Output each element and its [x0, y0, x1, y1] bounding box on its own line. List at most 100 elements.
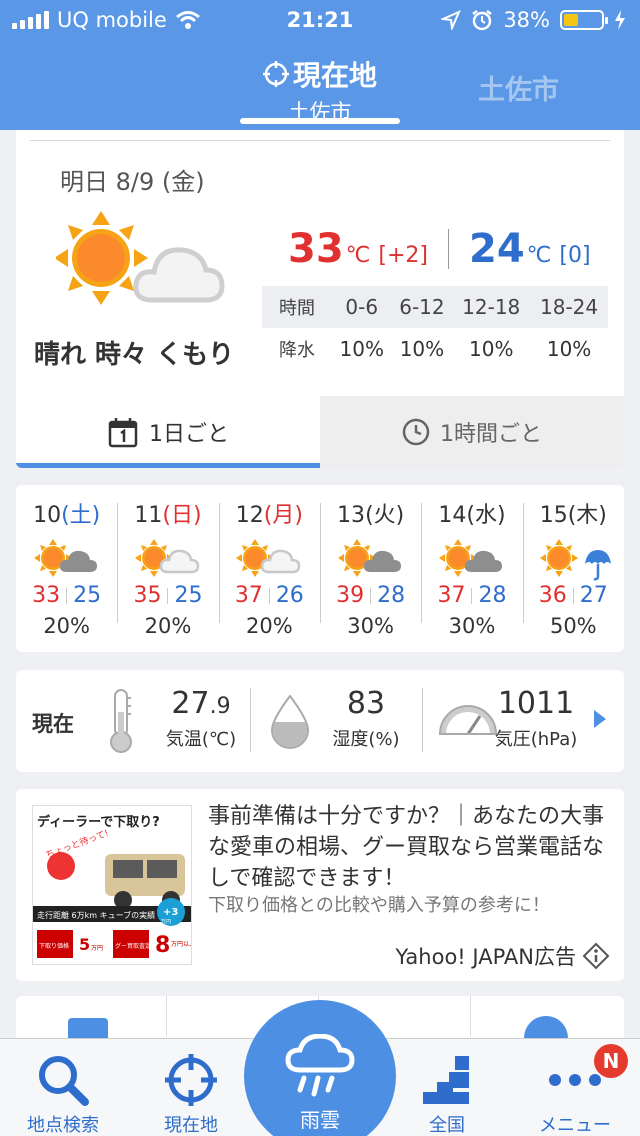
charging-icon	[615, 10, 625, 30]
day-low: 28	[478, 583, 507, 608]
tab-hourly-label: 1時間ごと	[440, 422, 542, 447]
time-label: 時間	[262, 286, 332, 328]
day-temps: 37 28	[421, 583, 522, 608]
active-location-indicator	[240, 118, 400, 124]
rain-value: 10%	[469, 337, 514, 361]
divider	[470, 996, 471, 1036]
divider	[422, 688, 423, 752]
crosshair-icon	[262, 61, 289, 87]
chevron-right-icon	[594, 710, 606, 728]
search-icon	[39, 1056, 89, 1106]
day-column[interactable]: 13(火) 39 28 30%	[319, 485, 421, 652]
low-temp-diff: [0]	[559, 243, 591, 268]
day-column[interactable]: 14(水) 37 28 30%	[421, 485, 522, 652]
nav-current-location[interactable]: 現在地	[136, 1049, 246, 1136]
low-temp-unit: ℃	[526, 243, 552, 268]
time-slot: 18-24	[530, 286, 608, 328]
ad-source[interactable]: Yahoo! JAPAN広告	[396, 941, 611, 971]
day-of-week: (土)	[61, 503, 101, 528]
day-label: 13(火)	[320, 497, 421, 529]
pressure-value: 1011	[497, 686, 575, 721]
nav-national[interactable]: 全国	[392, 1049, 502, 1136]
divider	[166, 996, 167, 1036]
day-temps: 33 25	[16, 583, 117, 608]
current-conditions[interactable]: 現在 27.9 気温(℃) 83 湿度(%) 1011 気圧(hPa)	[16, 670, 624, 772]
other-location-tab[interactable]: 土佐市	[478, 68, 559, 107]
high-temp-value: 33	[288, 226, 344, 272]
divider	[572, 587, 574, 604]
day-column[interactable]: 11(日) 35 25 20%	[117, 485, 218, 652]
day-high: 36	[538, 583, 567, 608]
pressure-block: 1011 気圧(hPa)	[486, 686, 586, 751]
sun-umbrella-icon	[523, 533, 624, 583]
day-number: 12	[235, 503, 264, 528]
day-rain-chance: 20%	[43, 614, 90, 638]
ad-source-label: Yahoo! JAPAN広告	[395, 945, 577, 969]
water-drop-icon	[270, 694, 310, 749]
day-rain-chance: 30%	[448, 614, 496, 638]
day-of-week: (日)	[162, 503, 202, 528]
nav-search[interactable]: 地点検索	[8, 1049, 118, 1136]
divider	[66, 587, 68, 604]
nav-current-label: 現在地	[164, 1115, 218, 1136]
high-temp: 33 ℃ [+2]	[288, 226, 428, 272]
day-low: 26	[275, 583, 304, 608]
ad-image-plus: +3	[163, 907, 178, 918]
humidity-value: 83	[346, 686, 386, 721]
ad-headline[interactable]: 事前準備は十分ですか？｜あなたの大事な愛車の相場、グー買取なら営業電話なしで確認…	[208, 801, 610, 894]
rain-row: 降水 10% 10% 10% 10%	[262, 328, 608, 370]
ad-image-plus-unit: 万円	[161, 919, 171, 925]
tab-hourly[interactable]: 1時間ごと	[320, 396, 624, 468]
sun-cloud-icon	[421, 533, 522, 583]
pressure-caption: 気圧(hPa)	[494, 729, 578, 750]
nav-national-label: 全国	[429, 1115, 465, 1136]
ad-image-dealer-value: 5	[79, 935, 90, 954]
tab-daily[interactable]: 1日ごと	[16, 396, 320, 468]
temp-divider	[448, 229, 449, 269]
more-icon	[549, 1074, 601, 1086]
calendar-icon	[108, 418, 138, 448]
ad-image[interactable]: ディーラーで下取り? ちょっと待って! 走行距離 6万km キューブの実績 +3…	[32, 805, 192, 965]
time-slot: 12-18	[452, 286, 531, 328]
nav-search-label: 地点検索	[27, 1115, 99, 1136]
nav-rain-label: 雨雲	[300, 1108, 340, 1132]
high-temp-unit: ℃	[345, 243, 371, 268]
rain-value: 10%	[339, 337, 384, 361]
time-slot: 0-6	[332, 286, 392, 328]
ad-image-goo-unit: 万円以上	[171, 940, 192, 948]
crosshair-icon	[165, 1054, 217, 1106]
day-label: 15(木)	[523, 497, 624, 529]
rain-cloud-icon	[285, 1034, 355, 1097]
status-right: 38%	[441, 8, 626, 32]
day-rain-chance: 30%	[347, 614, 394, 638]
sun-cloud-icon	[117, 533, 218, 583]
day-of-week: (月)	[263, 503, 303, 528]
advertisement[interactable]: ディーラーで下取り? ちょっと待って! 走行距離 6万km キューブの実績 +3…	[16, 789, 624, 981]
day-rain-chance: 20%	[245, 614, 293, 638]
current-location-tab[interactable]: 現在地 土佐市	[240, 54, 400, 126]
ad-image-dealer-unit: 万円	[91, 945, 103, 952]
day-column[interactable]: 15(木) 36 27 50%	[522, 485, 624, 652]
humidity-caption: 湿度(%)	[332, 729, 400, 750]
precipitation-table: 時間 0-6 6-12 12-18 18-24 降水 10% 10% 10% 1…	[262, 286, 608, 370]
thermometer-icon	[110, 689, 132, 753]
notification-badge: N	[594, 1044, 628, 1078]
day-column[interactable]: 10(土) 33 25 20%	[16, 485, 117, 652]
temperature-block: 27.9 気温(℃)	[156, 686, 246, 751]
location-header: 現在地 土佐市 土佐市	[0, 40, 640, 130]
day-of-week: (火)	[365, 503, 405, 528]
tab-daily-label: 1日ごと	[149, 422, 229, 447]
day-rain-chance: 50%	[549, 614, 597, 638]
temp-decimal: .9	[209, 694, 231, 719]
ad-image-goo-value: 8	[155, 933, 170, 958]
day-low: 28	[377, 583, 406, 608]
day-column[interactable]: 12(月) 37 26 20%	[218, 485, 320, 652]
info-icon[interactable]	[582, 942, 610, 970]
day-label: 11(日)	[117, 497, 218, 529]
current-label: 現在	[32, 712, 74, 736]
current-temp: 27.9	[156, 686, 246, 721]
divider	[30, 140, 610, 141]
day-of-week: (水)	[466, 503, 506, 528]
day-low: 25	[73, 583, 102, 608]
divider	[471, 587, 473, 604]
